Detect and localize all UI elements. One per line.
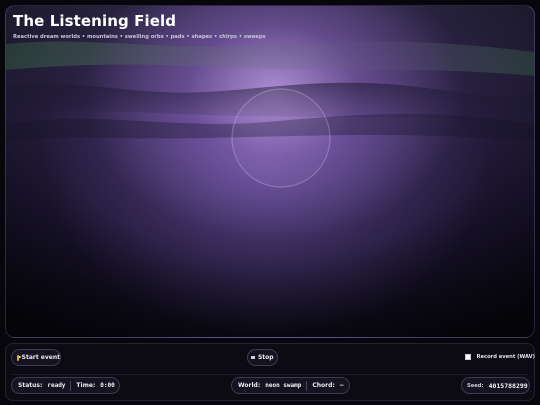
status-label: Status: [18, 382, 43, 389]
world-separator [306, 380, 308, 391]
seed-readout: Seed: 4015788299 [461, 377, 530, 394]
app-root: The Listening Field Reactive dream world… [0, 0, 540, 405]
chord-value: — [339, 382, 344, 389]
status-value: ready [47, 382, 66, 389]
start-event-label: Start event [21, 354, 60, 361]
record-label: Record event (WAV) [476, 354, 536, 360]
play-icon [17, 354, 22, 361]
page-subtitle: Reactive dream worlds • mountains • swel… [13, 34, 266, 40]
stop-icon [251, 355, 255, 360]
time-label: Time: [76, 382, 96, 389]
swelling-orb [231, 88, 331, 188]
control-panel: Start event Stop Record event (WAV) Stat… [5, 343, 535, 401]
visual-stage[interactable]: The Listening Field Reactive dream world… [5, 5, 535, 338]
page-title: The Listening Field [13, 12, 177, 30]
world-label: World: [238, 382, 261, 389]
start-event-button[interactable]: Start event [11, 349, 61, 366]
time-value: 0:00 [100, 382, 115, 389]
status-separator [70, 380, 72, 391]
world-value: neon swamp [265, 382, 302, 389]
status-readout: Status: ready Time: 0:00 [11, 377, 120, 394]
seed-value: 4015788299 [488, 381, 528, 390]
stop-label: Stop [257, 354, 274, 361]
scene-canvas [6, 6, 534, 337]
chord-label: Chord: [312, 382, 335, 389]
panel-divider [12, 374, 528, 375]
record-checkbox[interactable] [465, 354, 471, 360]
world-readout: World: neon swamp Chord: — [231, 377, 350, 394]
stop-button[interactable]: Stop [247, 349, 278, 366]
record-toggle[interactable]: Record event (WAV) [465, 354, 535, 360]
seed-label: Seed: [467, 382, 484, 389]
